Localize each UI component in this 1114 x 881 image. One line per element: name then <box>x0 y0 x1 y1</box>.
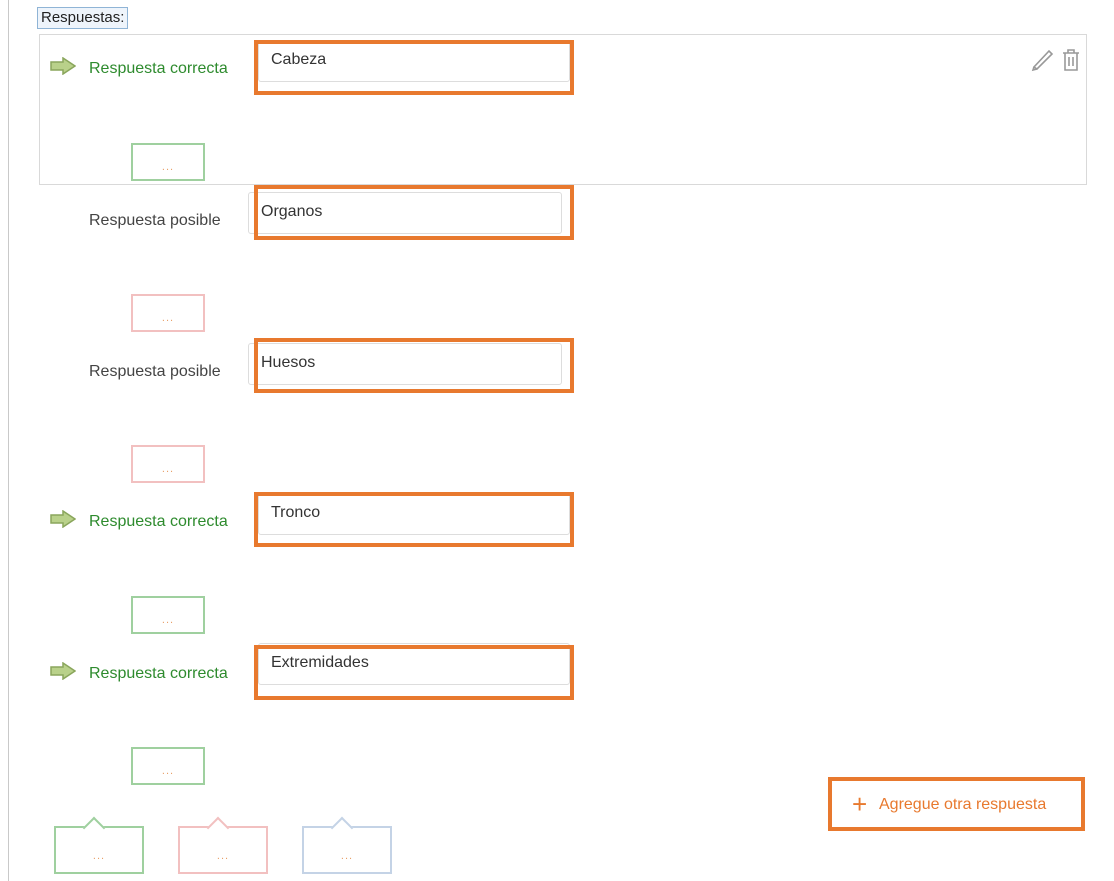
answer-type-label: Respuesta posible <box>89 212 221 229</box>
answer-text: Tronco <box>271 504 321 521</box>
feedback-button[interactable]: ... <box>131 596 205 634</box>
answer-text: Organos <box>261 203 323 220</box>
answer-field[interactable]: Huesos <box>248 343 562 385</box>
answer-type-label: Respuesta posible <box>89 363 221 380</box>
left-border <box>8 0 9 881</box>
answer-field[interactable]: Organos <box>248 192 562 234</box>
answer-field[interactable]: Cabeza <box>258 40 570 82</box>
trash-icon[interactable] <box>1060 47 1082 73</box>
pencil-icon[interactable] <box>1030 47 1056 73</box>
answer-text: Extremidades <box>271 654 369 671</box>
answer-text: Cabeza <box>271 51 327 68</box>
feedback-button[interactable]: ... <box>131 445 205 483</box>
answer-type-label: Respuesta correcta <box>89 665 228 682</box>
add-answer-label: Agregue otra respuesta <box>879 796 1047 813</box>
answer-actions <box>1030 47 1086 75</box>
feedback-button[interactable]: ... <box>131 747 205 785</box>
feedback-button[interactable]: ... <box>131 294 205 332</box>
general-feedback-correct[interactable]: ... <box>54 816 144 874</box>
answers-heading: Respuestas: <box>37 7 129 29</box>
add-answer-button[interactable]: + Agregue otra respuesta <box>828 777 1085 831</box>
answer-field[interactable]: Tronco <box>258 493 570 535</box>
correct-arrow-icon[interactable] <box>50 57 76 75</box>
answer-field[interactable]: Extremidades <box>258 643 570 685</box>
answer-type-label: Respuesta correcta <box>89 60 228 77</box>
correct-arrow-icon[interactable] <box>50 510 76 528</box>
answer-text: Huesos <box>261 354 316 371</box>
general-feedback-neutral[interactable]: ... <box>302 816 392 874</box>
general-feedback-incorrect[interactable]: ... <box>178 816 268 874</box>
answer-type-label: Respuesta correcta <box>89 513 228 530</box>
feedback-button[interactable]: ... <box>131 143 205 181</box>
correct-arrow-icon[interactable] <box>50 662 76 680</box>
plus-icon: + <box>852 789 868 819</box>
